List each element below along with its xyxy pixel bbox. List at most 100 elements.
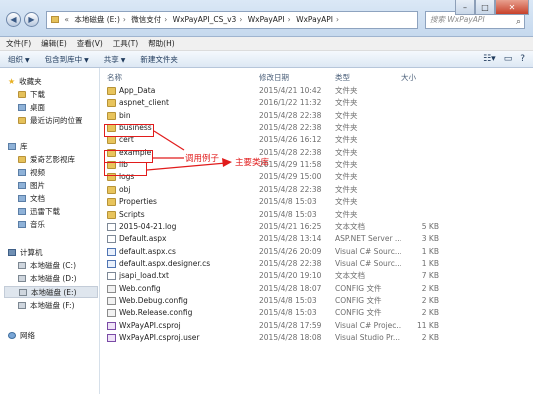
file-type: CONFIG 文件 xyxy=(335,283,382,293)
file-icon xyxy=(107,284,116,293)
back-button[interactable]: ◀ xyxy=(6,12,21,27)
file-row[interactable]: 2015-04-21.log 2015/4/21 16:25 文本文档 5 KB xyxy=(101,221,533,233)
file-type: CONFIG 文件 xyxy=(335,308,382,318)
file-name: Web.config xyxy=(119,283,161,293)
file-row[interactable]: logs 2015/4/29 15:00 文件夹 xyxy=(101,171,533,183)
nav-downloads[interactable]: 下载 xyxy=(18,89,45,101)
nav-libraries[interactable]: 库 xyxy=(8,141,28,153)
folder-icon xyxy=(107,136,116,145)
nav-music[interactable]: 音乐 xyxy=(18,219,45,231)
column-header-date[interactable]: 修改日期 xyxy=(259,72,289,82)
file-icon xyxy=(107,272,116,281)
download-icon xyxy=(18,208,26,215)
nav-network[interactable]: 网络 xyxy=(8,330,35,342)
view-options-icon[interactable]: ☷▾ xyxy=(483,54,496,64)
file-row[interactable]: App_Data 2015/4/21 10:42 文件夹 xyxy=(101,85,533,97)
column-header-name[interactable]: 名称 xyxy=(107,72,122,82)
file-row[interactable]: Default.aspx 2015/4/28 13:14 ASP.NET Serve… xyxy=(101,233,533,245)
file-row[interactable]: WxPayAPI.csproj.user 2015/4/28 18:08 Visua… xyxy=(101,332,533,344)
breadcrumb-item[interactable]: 微信支付 xyxy=(131,15,161,24)
nav-computer[interactable]: 计算机 xyxy=(8,247,43,259)
nav-desktop[interactable]: 桌面 xyxy=(18,102,45,114)
new-folder-button[interactable]: 新建文件夹 xyxy=(140,54,178,65)
file-date: 2015/4/28 13:14 xyxy=(259,234,322,244)
menu-view[interactable]: 查看(V) xyxy=(77,38,103,49)
help-icon[interactable]: ? xyxy=(520,54,525,64)
folder-icon xyxy=(18,91,26,98)
include-library-button[interactable]: 包含到库中 ▼ xyxy=(45,54,89,65)
file-size: 11 KB xyxy=(417,320,439,330)
share-button[interactable]: 共享 ▼ xyxy=(104,54,126,65)
search-icon[interactable]: ⌕ xyxy=(516,14,521,30)
annotation-box-business xyxy=(104,124,154,137)
file-row[interactable]: bin 2015/4/28 22:38 文件夹 xyxy=(101,110,533,122)
file-row[interactable]: aspnet_client 2016/1/22 11:32 文件夹 xyxy=(101,97,533,109)
file-row[interactable]: Web.Debug.config 2015/4/8 15:03 CONFIG 文件 2… xyxy=(101,295,533,307)
file-date: 2015/4/20 19:10 xyxy=(259,271,322,281)
maximize-icon[interactable]: □ xyxy=(475,0,495,15)
address-bar[interactable]: « 本地磁盘 (E:) › 微信支付 › WxPayAPI_CS_v3 › WxPay… xyxy=(46,11,418,29)
file-date: 2015/4/8 15:03 xyxy=(259,197,317,207)
nav-recent-places[interactable]: 最近访问的位置 xyxy=(18,115,83,127)
nav-videos[interactable]: 视频 xyxy=(18,167,45,179)
preview-pane-icon[interactable]: ▭ xyxy=(504,54,513,64)
column-header-type[interactable]: 类型 xyxy=(335,72,350,82)
menu-help[interactable]: 帮助(H) xyxy=(148,38,175,49)
file-row[interactable]: default.aspx.cs 2015/4/26 20:09 Visual C# … xyxy=(101,246,533,258)
drive-icon xyxy=(18,275,26,282)
menu-file[interactable]: 文件(F) xyxy=(6,38,31,49)
file-row[interactable]: Web.config 2015/4/28 18:07 CONFIG 文件 2 KB xyxy=(101,283,533,295)
file-row[interactable]: Properties 2015/4/8 15:03 文件夹 xyxy=(101,196,533,208)
menu-tools[interactable]: 工具(T) xyxy=(113,38,138,49)
file-date: 2016/1/22 11:32 xyxy=(259,98,322,108)
nav-drive-f[interactable]: 本地磁盘 (F:) xyxy=(18,300,75,312)
file-type: 文件夹 xyxy=(335,86,358,95)
library-icon xyxy=(18,156,26,163)
menu-edit[interactable]: 编辑(E) xyxy=(41,38,67,49)
file-row[interactable]: business 2015/4/28 22:38 文件夹 xyxy=(101,122,533,134)
file-row[interactable]: example 2015/4/28 22:38 文件夹 xyxy=(101,147,533,159)
forward-button[interactable]: ▶ xyxy=(24,12,39,27)
nav-thunder-downloads[interactable]: 迅雷下载 xyxy=(18,206,60,218)
file-row[interactable]: Scripts 2015/4/8 15:03 文件夹 xyxy=(101,209,533,221)
folder-icon xyxy=(107,210,116,219)
file-row[interactable]: WxPayAPI.csproj 2015/4/28 17:59 Visual C# … xyxy=(101,320,533,332)
file-type: 文本文档 xyxy=(335,271,365,281)
file-row[interactable]: lib 2015/4/29 11:58 文件夹 xyxy=(101,159,533,171)
file-list: 名称 修改日期 类型 大小 App_Data 2015/4/21 10:42 文件夹… xyxy=(101,68,533,394)
file-name: Default.aspx xyxy=(119,234,167,244)
column-header-size[interactable]: 大小 xyxy=(401,72,416,82)
nav-drive-d[interactable]: 本地磁盘 (D:) xyxy=(18,273,77,285)
minimize-icon[interactable]: – xyxy=(455,0,475,15)
file-row[interactable]: cert 2015/4/26 16:12 文件夹 xyxy=(101,134,533,146)
breadcrumb-item[interactable]: WxPayAPI xyxy=(296,15,333,24)
nav-drive-c[interactable]: 本地磁盘 (C:) xyxy=(18,260,76,272)
file-type: Visual C# Sourc... xyxy=(335,258,401,268)
file-row[interactable]: default.aspx.designer.cs 2015/4/28 22:38 V… xyxy=(101,258,533,270)
file-type: 文件夹 xyxy=(335,147,358,157)
file-row[interactable]: obj 2015/4/28 22:38 文件夹 xyxy=(101,184,533,196)
file-name: Web.Release.config xyxy=(119,308,193,318)
annotation-label-examples: 调用例子 xyxy=(185,154,220,164)
file-name: aspnet_client xyxy=(119,98,169,108)
folder-icon xyxy=(107,111,116,120)
file-date: 2015/4/8 15:03 xyxy=(259,209,317,219)
window-controls: – □ ✕ xyxy=(455,0,529,15)
file-icon xyxy=(107,309,116,318)
organize-button[interactable]: 组织 ▼ xyxy=(8,54,30,65)
music-icon xyxy=(18,221,26,228)
file-icon xyxy=(107,334,116,342)
nav-library-item[interactable]: 爱奇艺影视库 xyxy=(18,154,75,166)
breadcrumb-item[interactable]: WxPayAPI_CS_v3 xyxy=(173,15,237,24)
breadcrumb-item[interactable]: WxPayAPI xyxy=(248,15,285,24)
nav-drive-e[interactable]: 本地磁盘 (E:) xyxy=(4,286,98,298)
nav-documents[interactable]: 文档 xyxy=(18,193,45,205)
file-row[interactable]: Web.Release.config 2015/4/8 15:03 CONFIG 文… xyxy=(101,307,533,319)
breadcrumb-item[interactable]: 本地磁盘 (E:) xyxy=(74,15,120,24)
file-type: 文件夹 xyxy=(335,98,358,108)
nav-favorites[interactable]: ★ 收藏夹 xyxy=(8,76,42,88)
nav-pictures[interactable]: 图片 xyxy=(18,180,45,192)
close-icon[interactable]: ✕ xyxy=(495,0,529,15)
file-date: 2015/4/26 20:09 xyxy=(259,246,322,256)
file-row[interactable]: jsapi_load.txt 2015/4/20 19:10 文本文档 7 KB xyxy=(101,270,533,282)
